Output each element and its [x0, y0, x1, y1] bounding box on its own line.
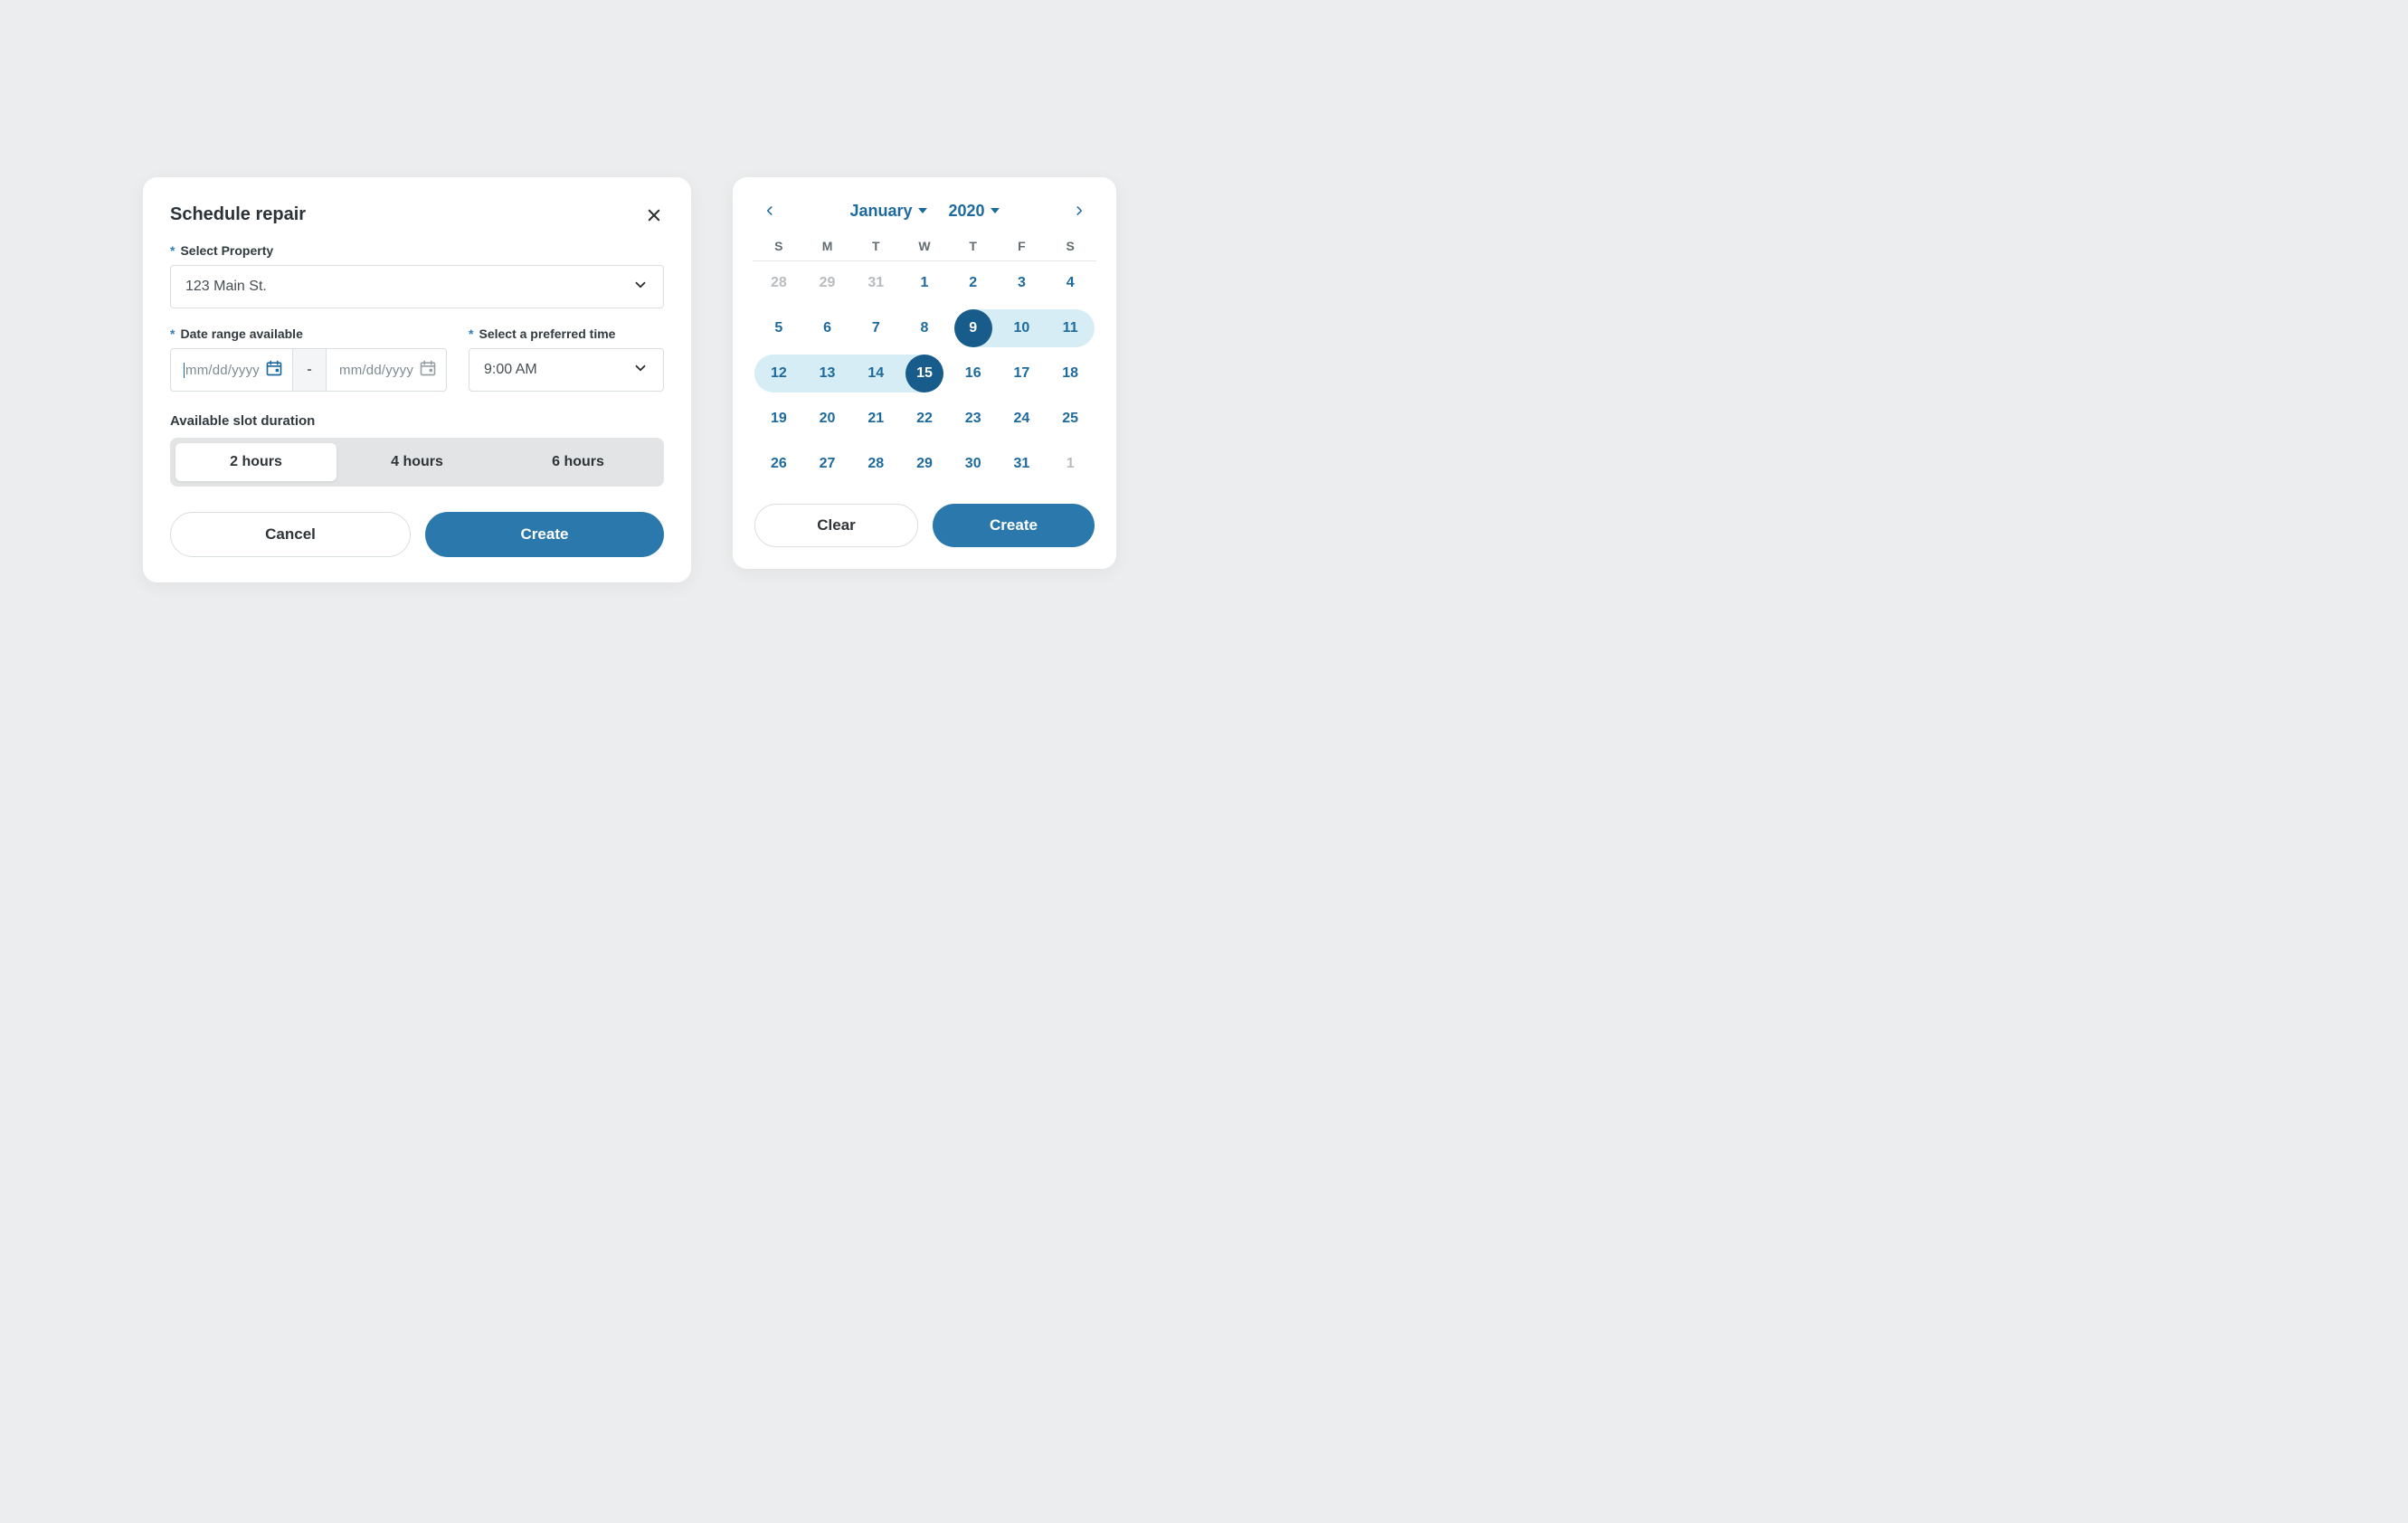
calendar-day[interactable]: 10: [998, 308, 1047, 348]
month-label: January: [849, 202, 912, 221]
calendar-day: 31: [851, 263, 900, 303]
calendar-day[interactable]: 9: [949, 308, 998, 348]
calendar-day[interactable]: 17: [998, 354, 1047, 393]
calendar-day[interactable]: 25: [1046, 399, 1095, 439]
calendar-header: January 2020: [754, 201, 1095, 233]
start-date-placeholder: mm/dd/yyyy: [184, 363, 260, 378]
required-asterisk: *: [469, 326, 473, 341]
date-range-label: *Date range available: [170, 326, 447, 341]
calendar-day[interactable]: 16: [949, 354, 998, 393]
time-label: *Select a preferred time: [469, 326, 664, 341]
calendar-day[interactable]: 4: [1046, 263, 1095, 303]
end-date-input[interactable]: mm/dd/yyyy: [326, 348, 447, 392]
required-asterisk: *: [170, 243, 175, 258]
calendar-day: 28: [754, 263, 803, 303]
chevron-down-icon: [632, 360, 649, 381]
calendar-create-button[interactable]: Create: [933, 504, 1095, 547]
calendar-dow-row: S M T W T F S: [754, 233, 1095, 260]
dow-cell: T: [851, 239, 900, 253]
property-label: *Select Property: [170, 243, 664, 258]
calendar-day[interactable]: 29: [900, 444, 949, 484]
calendar-icon: [419, 359, 437, 381]
calendar-day: 29: [803, 263, 852, 303]
dow-cell: F: [998, 239, 1047, 253]
calendar-day[interactable]: 11: [1046, 308, 1095, 348]
calendar-icon: [265, 359, 283, 381]
schedule-header: Schedule repair: [170, 204, 664, 225]
dow-cell: W: [900, 239, 949, 253]
calendar-day[interactable]: 14: [851, 354, 900, 393]
calendar-day[interactable]: 18: [1046, 354, 1095, 393]
schedule-title: Schedule repair: [170, 204, 306, 225]
calendar-day[interactable]: 27: [803, 444, 852, 484]
create-button[interactable]: Create: [425, 512, 664, 557]
dow-cell: S: [1046, 239, 1095, 253]
calendar-day[interactable]: 20: [803, 399, 852, 439]
calendar-day[interactable]: 7: [851, 308, 900, 348]
calendar-day[interactable]: 2: [949, 263, 998, 303]
calendar-day[interactable]: 22: [900, 399, 949, 439]
calendar-day[interactable]: 26: [754, 444, 803, 484]
next-month-button[interactable]: [1069, 201, 1089, 221]
chevron-down-icon: [632, 277, 649, 298]
year-label: 2020: [949, 202, 985, 221]
duration-option-2h[interactable]: 2 hours: [175, 443, 337, 481]
calendar-day[interactable]: 1: [900, 263, 949, 303]
duration-label: Available slot duration: [170, 413, 664, 429]
calendar-week: 12131415161718: [754, 354, 1095, 393]
calendar-day[interactable]: 8: [900, 308, 949, 348]
caret-down-icon: [918, 208, 927, 213]
start-date-input[interactable]: mm/dd/yyyy: [170, 348, 293, 392]
dow-cell: T: [949, 239, 998, 253]
duration-option-6h[interactable]: 6 hours: [498, 443, 659, 481]
calendar-day[interactable]: 23: [949, 399, 998, 439]
calendar-day[interactable]: 6: [803, 308, 852, 348]
calendar-day[interactable]: 5: [754, 308, 803, 348]
calendar-day[interactable]: 13: [803, 354, 852, 393]
duration-option-4h[interactable]: 4 hours: [337, 443, 498, 481]
calendar-week: 567891011: [754, 308, 1095, 348]
calendar-day: 1: [1046, 444, 1095, 484]
date-range-separator: -: [293, 348, 326, 392]
duration-segmented: 2 hours 4 hours 6 hours: [170, 438, 664, 487]
calendar-day[interactable]: 21: [851, 399, 900, 439]
calendar-week: 2627282930311: [754, 444, 1095, 484]
calendar-week: 2829311234: [754, 263, 1095, 303]
calendar-day[interactable]: 15: [900, 354, 949, 393]
date-range-field: *Date range available mm/dd/yyyy -: [170, 326, 447, 392]
dow-cell: S: [754, 239, 803, 253]
caret-down-icon: [991, 208, 1000, 213]
property-value: 123 Main St.: [185, 279, 267, 295]
time-field: *Select a preferred time 9:00 AM: [469, 326, 664, 392]
required-asterisk: *: [170, 326, 175, 341]
prev-month-button[interactable]: [760, 201, 780, 221]
end-date-placeholder: mm/dd/yyyy: [339, 363, 413, 378]
calendar-card: January 2020 S M T W T F S 2829311234567…: [733, 177, 1116, 569]
calendar-day[interactable]: 28: [851, 444, 900, 484]
calendar-day[interactable]: 12: [754, 354, 803, 393]
calendar-day[interactable]: 24: [998, 399, 1047, 439]
calendar-grid: 2829311234567891011121314151617181920212…: [754, 263, 1095, 484]
clear-button[interactable]: Clear: [754, 504, 918, 547]
calendar-week: 19202122232425: [754, 399, 1095, 439]
dow-cell: M: [803, 239, 852, 253]
month-select[interactable]: January: [849, 202, 926, 221]
time-value: 9:00 AM: [484, 362, 537, 378]
calendar-day[interactable]: 30: [949, 444, 998, 484]
calendar-separator: [753, 260, 1096, 261]
close-icon[interactable]: [644, 205, 664, 225]
calendar-day[interactable]: 19: [754, 399, 803, 439]
schedule-repair-card: Schedule repair *Select Property 123 Mai…: [143, 177, 691, 582]
calendar-day[interactable]: 31: [998, 444, 1047, 484]
time-select[interactable]: 9:00 AM: [469, 348, 664, 392]
property-select[interactable]: 123 Main St.: [170, 265, 664, 308]
calendar-day[interactable]: 3: [998, 263, 1047, 303]
cancel-button[interactable]: Cancel: [170, 512, 411, 557]
year-select[interactable]: 2020: [949, 202, 1000, 221]
